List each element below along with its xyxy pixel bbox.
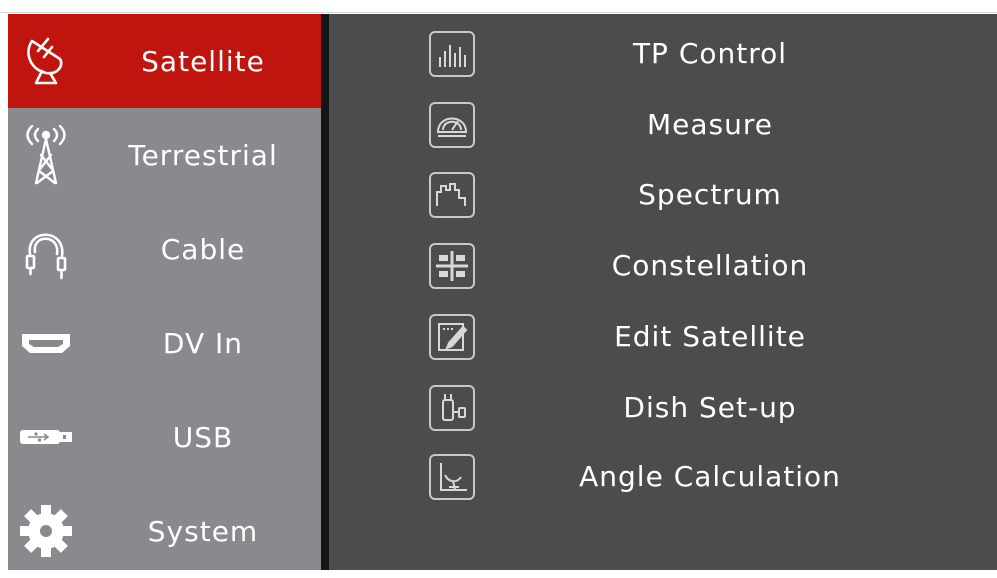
coax-cable-icon xyxy=(18,219,74,280)
menu-item-label: TP Control xyxy=(632,37,788,70)
sidebar-item-label: DV In xyxy=(162,326,244,360)
sidebar-item-label: Satellite xyxy=(141,44,265,78)
menu-item-dish-setup[interactable]: Dish Set-up xyxy=(425,381,997,441)
menu-item-constellation[interactable]: Constellation xyxy=(425,239,997,299)
menu-item-tp-control[interactable]: TP Control xyxy=(425,27,997,87)
sidebar-item-label: System xyxy=(147,514,259,548)
menu-item-measure[interactable]: Measure xyxy=(425,98,997,158)
measure-gauge-icon xyxy=(429,102,475,148)
satellite-dish-icon xyxy=(18,31,74,91)
menu-item-edit-satellite[interactable]: Edit Satellite xyxy=(425,310,997,370)
edit-icon xyxy=(429,314,475,360)
sidebar-item-label: USB xyxy=(172,420,234,454)
angle-calculation-icon xyxy=(429,454,475,500)
app-window: Satellite Terrestrial Cable DV In USB Sy… xyxy=(0,0,997,570)
menu-item-label: Spectrum xyxy=(638,178,782,211)
sidebar-item-cable[interactable]: Cable xyxy=(8,202,321,296)
sidebar: Satellite Terrestrial Cable DV In USB Sy… xyxy=(8,14,321,570)
dish-setup-icon xyxy=(429,385,475,431)
constellation-icon xyxy=(429,243,475,289)
menu-item-label: Angle Calculation xyxy=(579,460,841,493)
antenna-tower-icon xyxy=(18,125,74,185)
spectrum-icon xyxy=(429,172,475,218)
submenu-panel: TP Control Measure Spectrum Constellatio… xyxy=(329,14,997,570)
sidebar-item-system[interactable]: System xyxy=(8,484,321,578)
sidebar-item-dv-in[interactable]: DV In xyxy=(8,296,321,390)
sidebar-item-label: Terrestrial xyxy=(128,138,278,172)
top-border xyxy=(0,0,997,13)
sidebar-item-satellite[interactable]: Satellite xyxy=(8,14,321,108)
menu-item-label: Edit Satellite xyxy=(614,320,806,353)
hdmi-port-icon xyxy=(18,313,74,373)
menu-item-label: Dish Set-up xyxy=(623,391,797,424)
usb-stick-icon xyxy=(18,407,74,467)
menu-item-label: Measure xyxy=(647,108,773,141)
tp-control-icon xyxy=(429,31,475,77)
menu-item-label: Constellation xyxy=(611,249,809,282)
sidebar-item-terrestrial[interactable]: Terrestrial xyxy=(8,108,321,202)
sidebar-item-usb[interactable]: USB xyxy=(8,390,321,484)
menu-item-angle-calculation[interactable]: Angle Calculation xyxy=(425,450,997,510)
panel-divider xyxy=(321,14,329,570)
gear-icon xyxy=(18,501,74,561)
sidebar-item-label: Cable xyxy=(160,232,246,266)
menu-item-spectrum[interactable]: Spectrum xyxy=(425,168,997,228)
